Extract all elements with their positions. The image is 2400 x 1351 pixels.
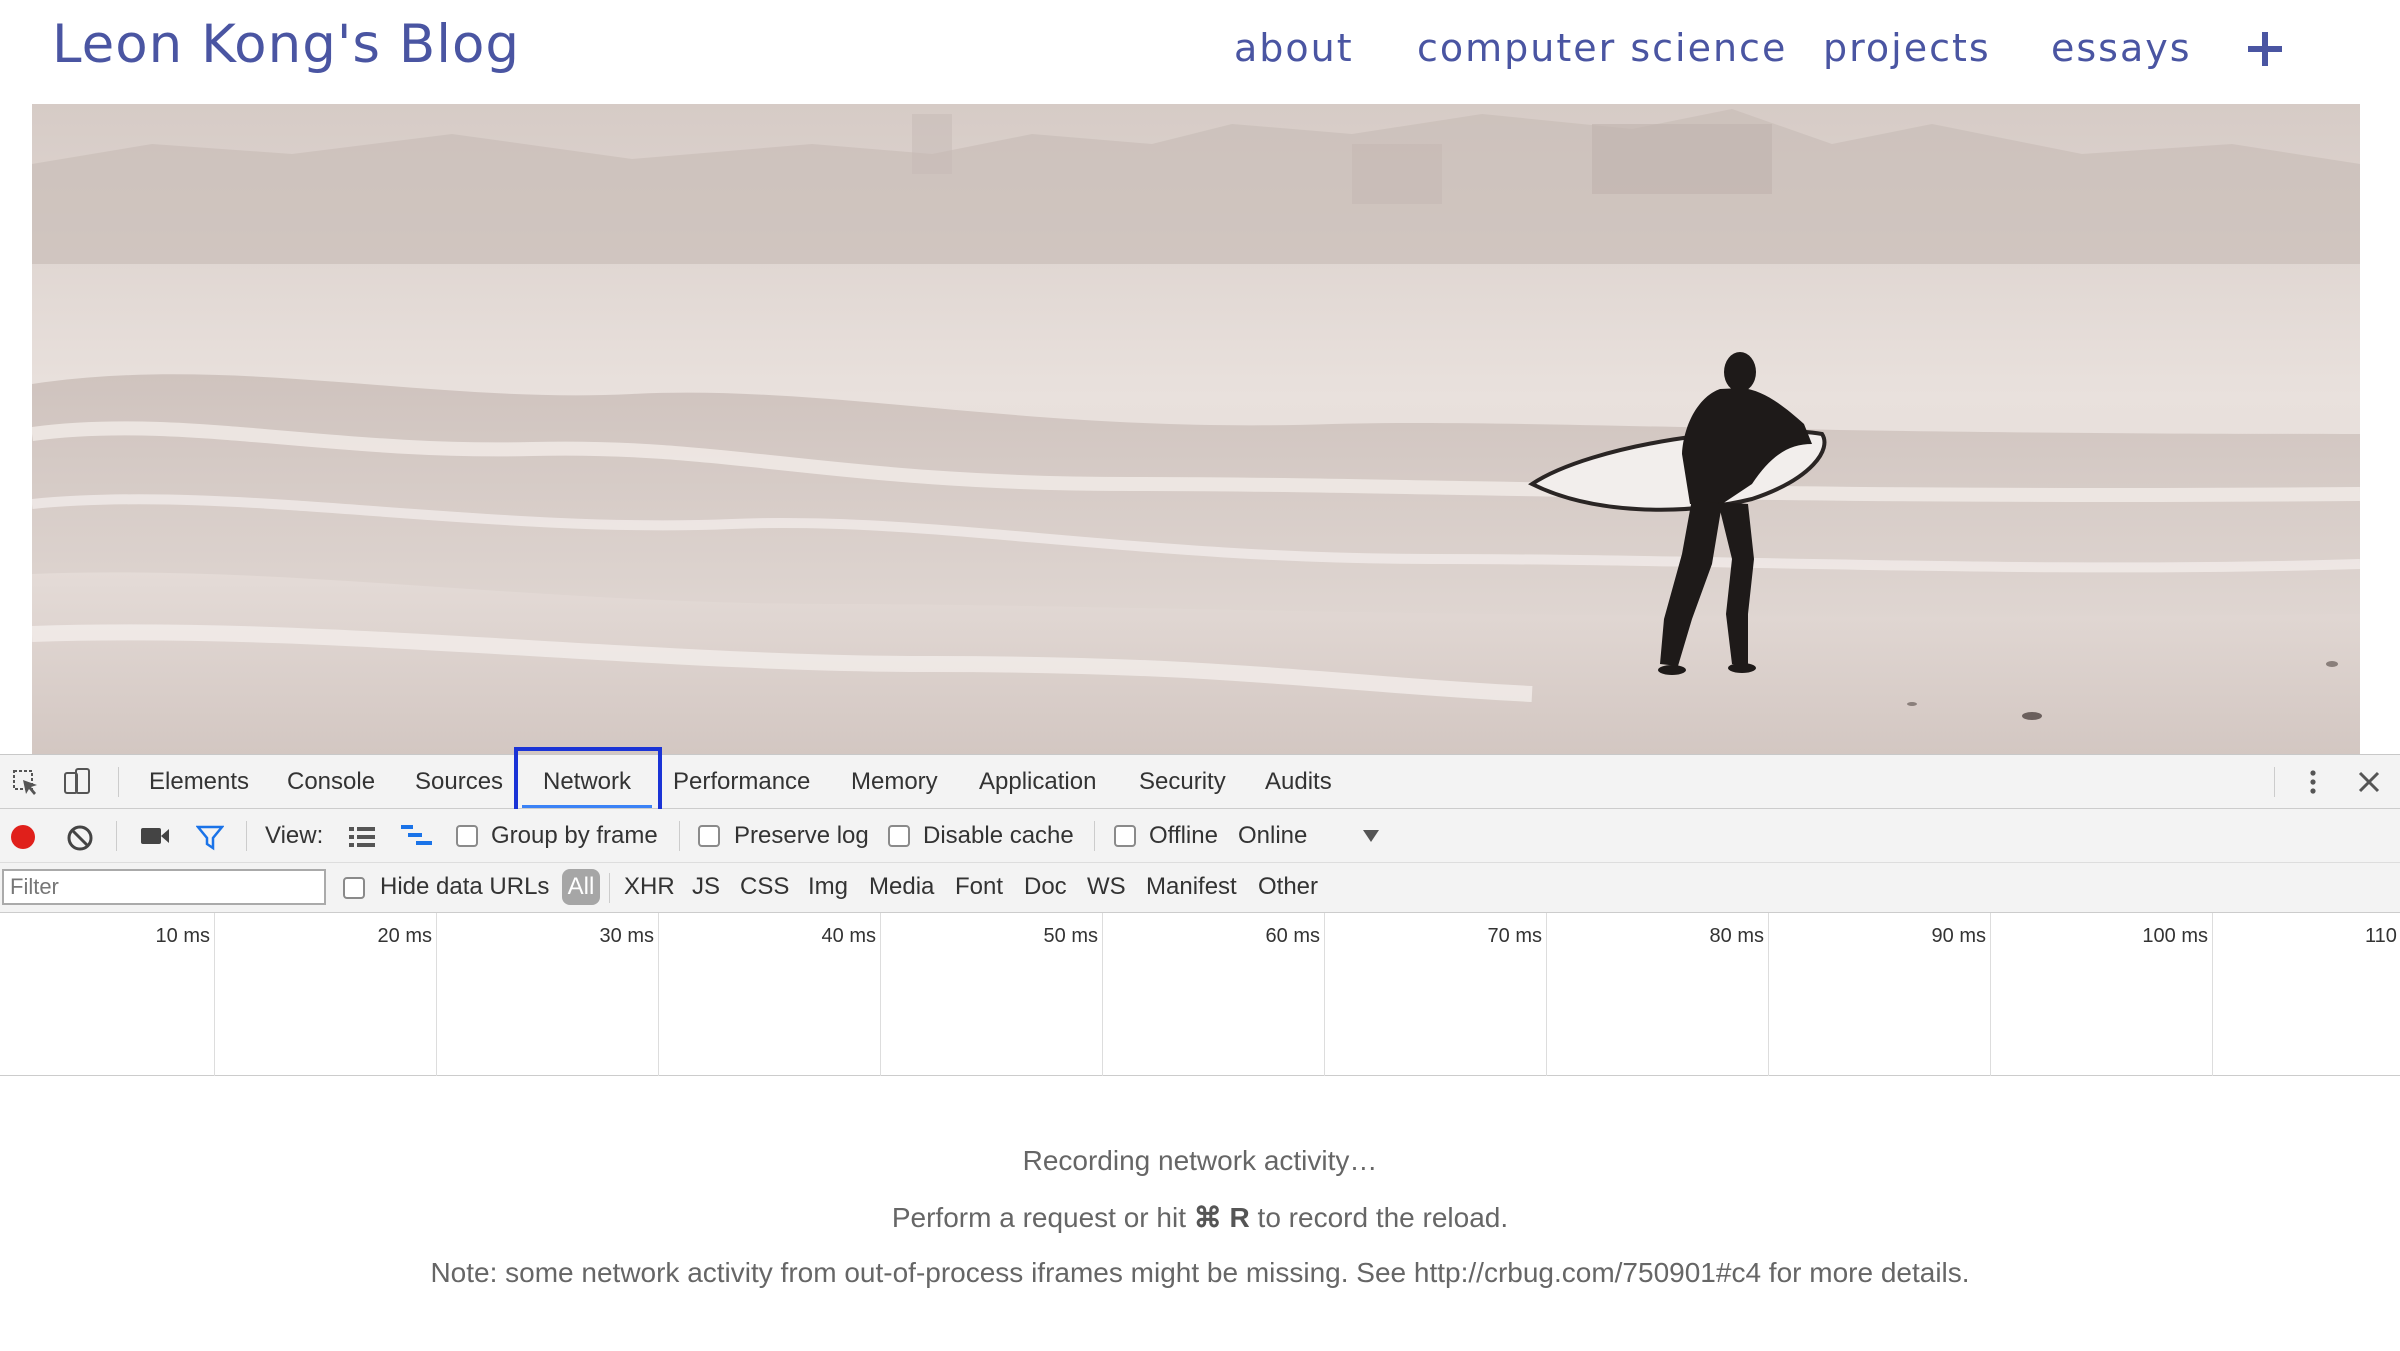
timeline-gridline [1324,913,1325,1076]
filter-type-img[interactable]: Img [808,873,848,901]
hero-image [32,104,2360,754]
timeline-tick-label: 80 ms [1709,925,1764,947]
tab-network[interactable]: Network [543,768,631,796]
active-tab-underline [522,805,652,808]
timeline-tick-label: 20 ms [377,925,432,947]
timeline-gridline [2212,913,2213,1076]
filter-bar: Hide data URLs All XHR JS CSS Img Media … [0,863,2400,913]
separator [679,821,680,851]
group-by-frame-label: Group by frame [491,822,658,849]
clear-icon[interactable] [66,824,94,852]
record-icon[interactable] [10,824,36,850]
preserve-log-checkbox[interactable] [698,825,720,847]
timeline-gridline [880,913,881,1076]
device-toolbar-icon[interactable] [62,767,92,797]
tab-sources[interactable]: Sources [415,768,503,796]
view-label: View: [265,822,324,849]
timeline-gridline [436,913,437,1076]
timeline-tick-label: 40 ms [821,925,876,947]
nav-about[interactable]: about [1234,26,1354,70]
tab-console[interactable]: Console [287,768,375,796]
separator [118,767,119,797]
timeline-tick-label: 90 ms [1931,925,1986,947]
filter-type-ws[interactable]: WS [1087,873,1126,901]
tab-memory[interactable]: Memory [851,768,938,796]
timeline-tick-label: 110 [2365,925,2397,947]
timeline-tick-label: 30 ms [599,925,654,947]
network-toolbar: View: Group by frame Preserve log Disabl… [0,809,2400,863]
separator [116,821,117,851]
nav-essays[interactable]: essays [2051,26,2192,70]
close-icon[interactable] [2356,769,2382,795]
filter-input[interactable] [2,869,326,905]
preserve-log-label: Preserve log [734,822,869,849]
separator [609,873,610,903]
chevron-down-icon[interactable] [1362,829,1380,843]
timeline-gridline [1102,913,1103,1076]
filter-type-manifest[interactable]: Manifest [1146,873,1237,901]
filter-type-all[interactable]: All [562,869,600,905]
separator [1094,821,1095,851]
disable-cache-checkbox[interactable] [888,825,910,847]
hide-data-urls-label: Hide data URLs [380,873,550,900]
filter-type-css[interactable]: CSS [740,873,789,901]
devtools-panel: Elements Console Sources Network Perform… [0,747,2400,1351]
tab-application[interactable]: Application [979,768,1096,796]
timeline-gridline [214,913,215,1076]
group-by-frame-checkbox[interactable] [456,825,478,847]
filter-type-other[interactable]: Other [1258,873,1318,901]
recording-message: Recording network activity… [1022,1145,1378,1176]
iframe-note: Note: some network activity from out-of-… [430,1257,1970,1288]
offline-checkbox[interactable] [1114,825,1136,847]
site-header: Leon Kong's Blog about computer science … [0,0,2400,104]
devtools-tab-bar: Elements Console Sources Network Perform… [0,747,2400,817]
timeline-gridline [658,913,659,1076]
timeline-tick-label: 50 ms [1043,925,1098,947]
filter-type-media[interactable]: Media [869,873,934,901]
timeline-tick-label: 60 ms [1265,925,1320,947]
tab-security[interactable]: Security [1139,768,1226,796]
filter-icon[interactable] [196,823,224,851]
separator [2274,767,2275,797]
tab-performance[interactable]: Performance [673,768,810,796]
filter-type-font[interactable]: Font [955,873,1003,901]
filter-type-doc[interactable]: Doc [1024,873,1067,901]
reload-hint-prefix: Perform a request or hit [891,1202,1186,1233]
timeline-tick-label: 10 ms [155,925,210,947]
timeline-tick-label: 100 ms [2142,925,2208,947]
nav-computer-science[interactable]: computer science [1417,26,1787,70]
hide-data-urls-checkbox[interactable] [343,877,365,899]
timeline-gridline [1546,913,1547,1076]
timeline-overview[interactable]: 10 ms 20 ms 30 ms 40 ms 50 ms 60 ms 70 m… [0,913,2400,1076]
reload-hint: Perform a request or hit ⌘ R to record t… [0,1201,2400,1234]
timeline-gridline [1990,913,1991,1076]
nav-projects[interactable]: projects [1823,26,1991,70]
disable-cache-label: Disable cache [923,822,1074,849]
reload-hint-suffix: to record the reload. [1257,1202,1509,1233]
more-options-icon[interactable] [2300,767,2326,797]
throttling-select[interactable]: Online [1238,822,1307,850]
timeline-gridline [1768,913,1769,1076]
separator [246,821,247,851]
inspect-element-icon[interactable] [12,769,40,797]
reload-shortcut: ⌘ R [1193,1202,1250,1233]
filter-type-js[interactable]: JS [692,873,720,901]
plus-icon[interactable] [2248,32,2282,66]
tab-elements[interactable]: Elements [149,768,249,796]
offline-label: Offline [1149,822,1218,849]
tab-audits[interactable]: Audits [1265,768,1332,796]
large-rows-icon[interactable] [348,825,376,849]
filter-type-xhr[interactable]: XHR [624,873,675,901]
waterfall-overview-icon[interactable] [400,823,434,849]
timeline-tick-label: 70 ms [1487,925,1542,947]
blog-title[interactable]: Leon Kong's Blog [52,14,520,75]
screenshot-camera-icon[interactable] [140,825,170,847]
